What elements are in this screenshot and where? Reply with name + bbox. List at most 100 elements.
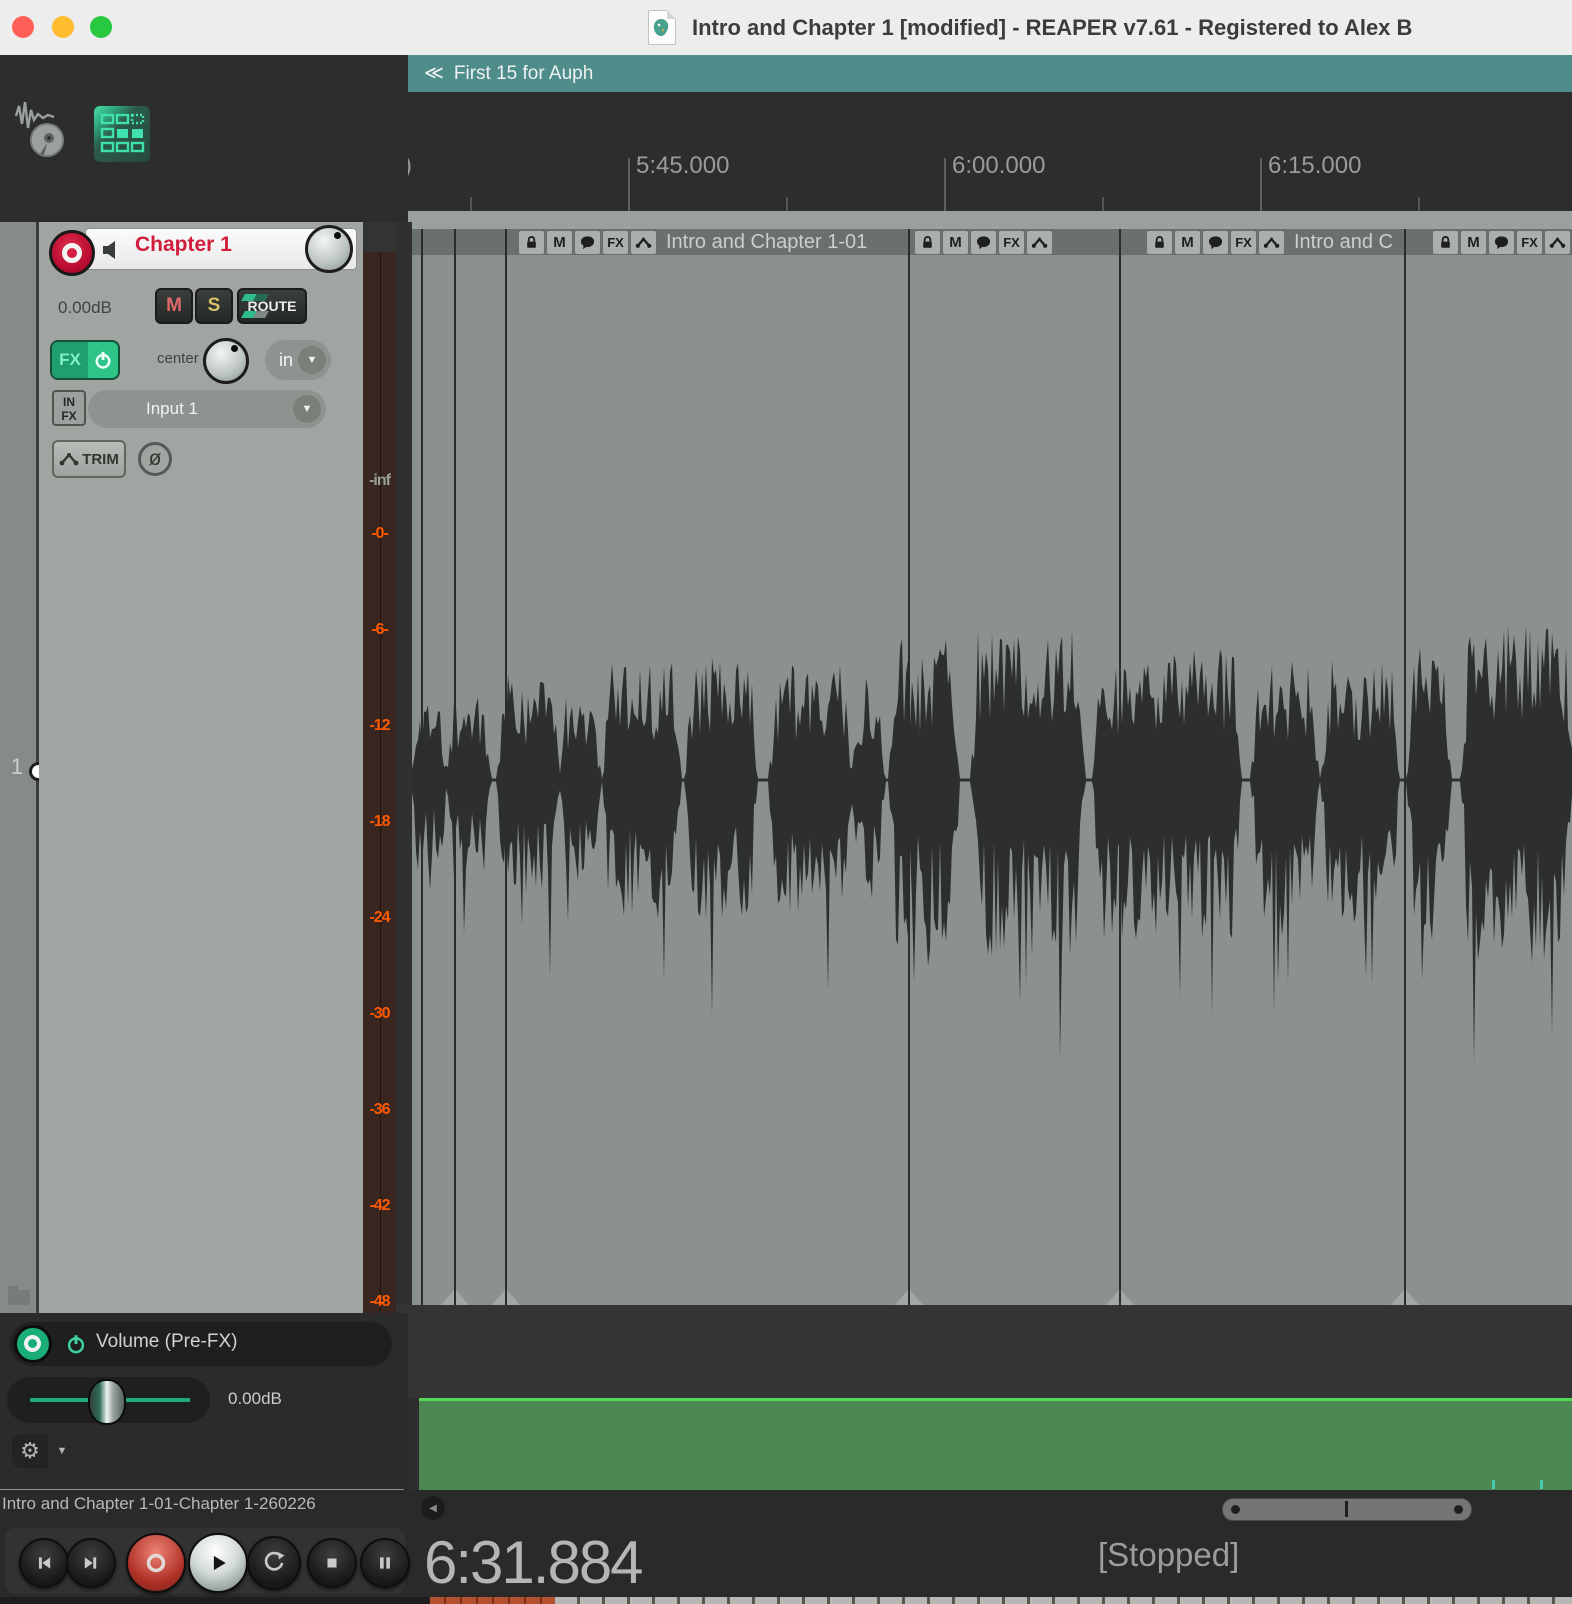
item-env-icon[interactable] <box>1545 231 1570 254</box>
envelope-value-slider[interactable] <box>7 1377 210 1423</box>
item-boundary[interactable] <box>505 229 507 255</box>
item-boundary[interactable] <box>1119 229 1121 255</box>
ruler-clipped-label: ) <box>408 152 412 180</box>
item-fade-handle[interactable] <box>507 1290 520 1305</box>
folder-icon[interactable] <box>8 1290 30 1305</box>
trim-envelope-button[interactable]: TRIM <box>52 440 126 478</box>
media-item-waveform-area[interactable] <box>412 255 1572 1305</box>
volume-envelope-lane[interactable] <box>419 1398 1572 1491</box>
record-button[interactable] <box>126 1533 186 1593</box>
monitor-mode-value: in <box>279 350 293 371</box>
item-lock-icon[interactable] <box>519 231 544 254</box>
item-fade-handle[interactable] <box>456 1290 469 1305</box>
pan-center-knob[interactable] <box>203 338 249 384</box>
item-mute-button[interactable]: M <box>1461 231 1486 254</box>
item-boundary[interactable] <box>454 229 456 255</box>
horizontal-scrollbar[interactable] <box>1222 1498 1472 1521</box>
project-tab-label: First 15 for Auph <box>454 63 593 84</box>
playback-time-display[interactable]: 6:31.884 <box>424 1528 642 1597</box>
item-fx-button[interactable]: FX <box>1231 231 1256 254</box>
item-bubble-icon[interactable] <box>575 231 600 254</box>
item-mute-button[interactable]: M <box>1175 231 1200 254</box>
item-lock-icon[interactable] <box>1147 231 1172 254</box>
item-boundary[interactable] <box>1404 229 1406 255</box>
item-boundary[interactable] <box>908 255 910 1305</box>
media-item-header-band[interactable]: MFXIntro and Chapter 1-01MFXMFXIntro and… <box>412 229 1572 255</box>
item-boundary[interactable] <box>421 229 423 255</box>
ruler-minor-tick <box>1102 197 1104 211</box>
item-fx-button[interactable]: FX <box>1517 231 1542 254</box>
item-fade-handle[interactable] <box>1391 1290 1404 1305</box>
item-fade-handle[interactable] <box>910 1290 923 1305</box>
item-boundary[interactable] <box>454 255 456 1305</box>
item-fade-handle[interactable] <box>441 1290 454 1305</box>
scroll-left-button[interactable]: ◀ <box>421 1496 445 1520</box>
envelope-active-indicator[interactable] <box>14 1325 52 1363</box>
item-lock-icon[interactable] <box>915 231 940 254</box>
envelope-header[interactable]: Volume (Pre-FX) <box>10 1322 392 1366</box>
item-fade-handle[interactable] <box>1106 1290 1119 1305</box>
item-fx-button[interactable]: FX <box>999 231 1024 254</box>
selected-item-filename: Intro and Chapter 1-01-Chapter 1-260226 <box>2 1494 404 1514</box>
item-bubble-icon[interactable] <box>971 231 996 254</box>
item-env-icon[interactable] <box>1027 231 1052 254</box>
route-button[interactable]: ROUTE <box>237 288 307 324</box>
ruler-lower-strip[interactable] <box>408 211 1572 229</box>
gear-icon[interactable]: ⚙ <box>12 1434 48 1468</box>
item-boundary[interactable] <box>1404 255 1406 1305</box>
item-fade-handle[interactable] <box>1406 1290 1419 1305</box>
chevron-down-icon[interactable]: ▼ <box>293 395 321 423</box>
stop-button[interactable] <box>307 1538 357 1588</box>
phase-glyph: ø <box>149 447 162 471</box>
item-bubble-icon[interactable] <box>1203 231 1228 254</box>
input-fx-button[interactable]: INFX <box>52 390 86 426</box>
solo-button[interactable]: S <box>195 288 233 324</box>
mute-button[interactable]: M <box>155 288 193 324</box>
item-bubble-icon[interactable] <box>1489 231 1514 254</box>
go-to-end-button[interactable] <box>66 1538 116 1588</box>
close-window-button[interactable] <box>12 16 34 38</box>
waveform-disk-icon[interactable] <box>14 98 66 169</box>
envelope-point[interactable] <box>1540 1480 1543 1489</box>
envelope-value[interactable]: 0.00dB <box>228 1389 282 1409</box>
go-to-start-button[interactable] <box>19 1538 69 1588</box>
envelope-power-icon[interactable] <box>66 1334 86 1359</box>
track-volume-value[interactable]: 0.00dB <box>58 298 112 318</box>
item-lock-icon[interactable] <box>1433 231 1458 254</box>
fx-button[interactable]: FX <box>50 340 120 380</box>
item-boundary[interactable] <box>908 229 910 255</box>
envelope-slider-handle[interactable] <box>88 1379 126 1425</box>
timeline-ruler[interactable]: ) 5:45.0006:00.0006:15.000 <box>408 92 1572 211</box>
item-env-icon[interactable] <box>1259 231 1284 254</box>
track-matrix-icon[interactable] <box>94 106 150 162</box>
fx-power-icon[interactable] <box>88 342 118 378</box>
project-tab[interactable]: ≪ First 15 for Auph <box>408 55 1572 92</box>
minimize-window-button[interactable] <box>52 16 74 38</box>
chevron-down-icon[interactable]: ▼ <box>298 346 326 374</box>
collapse-tabs-icon[interactable]: ≪ <box>424 63 444 84</box>
input-select-dropdown[interactable]: Input 1 ▼ <box>88 390 326 428</box>
item-fade-handle[interactable] <box>492 1290 505 1305</box>
item-mute-button[interactable]: M <box>547 231 572 254</box>
pause-button[interactable] <box>360 1538 410 1588</box>
phase-invert-button[interactable]: ø <box>138 442 172 476</box>
record-arm-button[interactable] <box>49 230 95 276</box>
envelope-point[interactable] <box>1492 1480 1495 1489</box>
item-fade-handle[interactable] <box>895 1290 908 1305</box>
item-env-icon[interactable] <box>631 231 656 254</box>
envelope-dropdown-icon[interactable]: ▼ <box>48 1437 76 1465</box>
record-monitor-dropdown[interactable]: in ▼ <box>265 340 331 380</box>
item-boundary[interactable] <box>421 255 423 1305</box>
item-mute-button[interactable]: M <box>943 231 968 254</box>
speaker-icon[interactable] <box>101 240 123 265</box>
zoom-window-button[interactable] <box>90 16 112 38</box>
item-boundary[interactable] <box>1119 255 1121 1305</box>
item-fx-button[interactable]: FX <box>603 231 628 254</box>
item-boundary[interactable] <box>505 255 507 1305</box>
pan-knob[interactable] <box>305 225 353 273</box>
repeat-button[interactable] <box>247 1536 301 1590</box>
track-name[interactable]: Chapter 1 <box>135 233 232 257</box>
track-number: 1 <box>2 754 32 780</box>
item-fade-handle[interactable] <box>1121 1290 1134 1305</box>
play-button[interactable] <box>188 1533 248 1593</box>
